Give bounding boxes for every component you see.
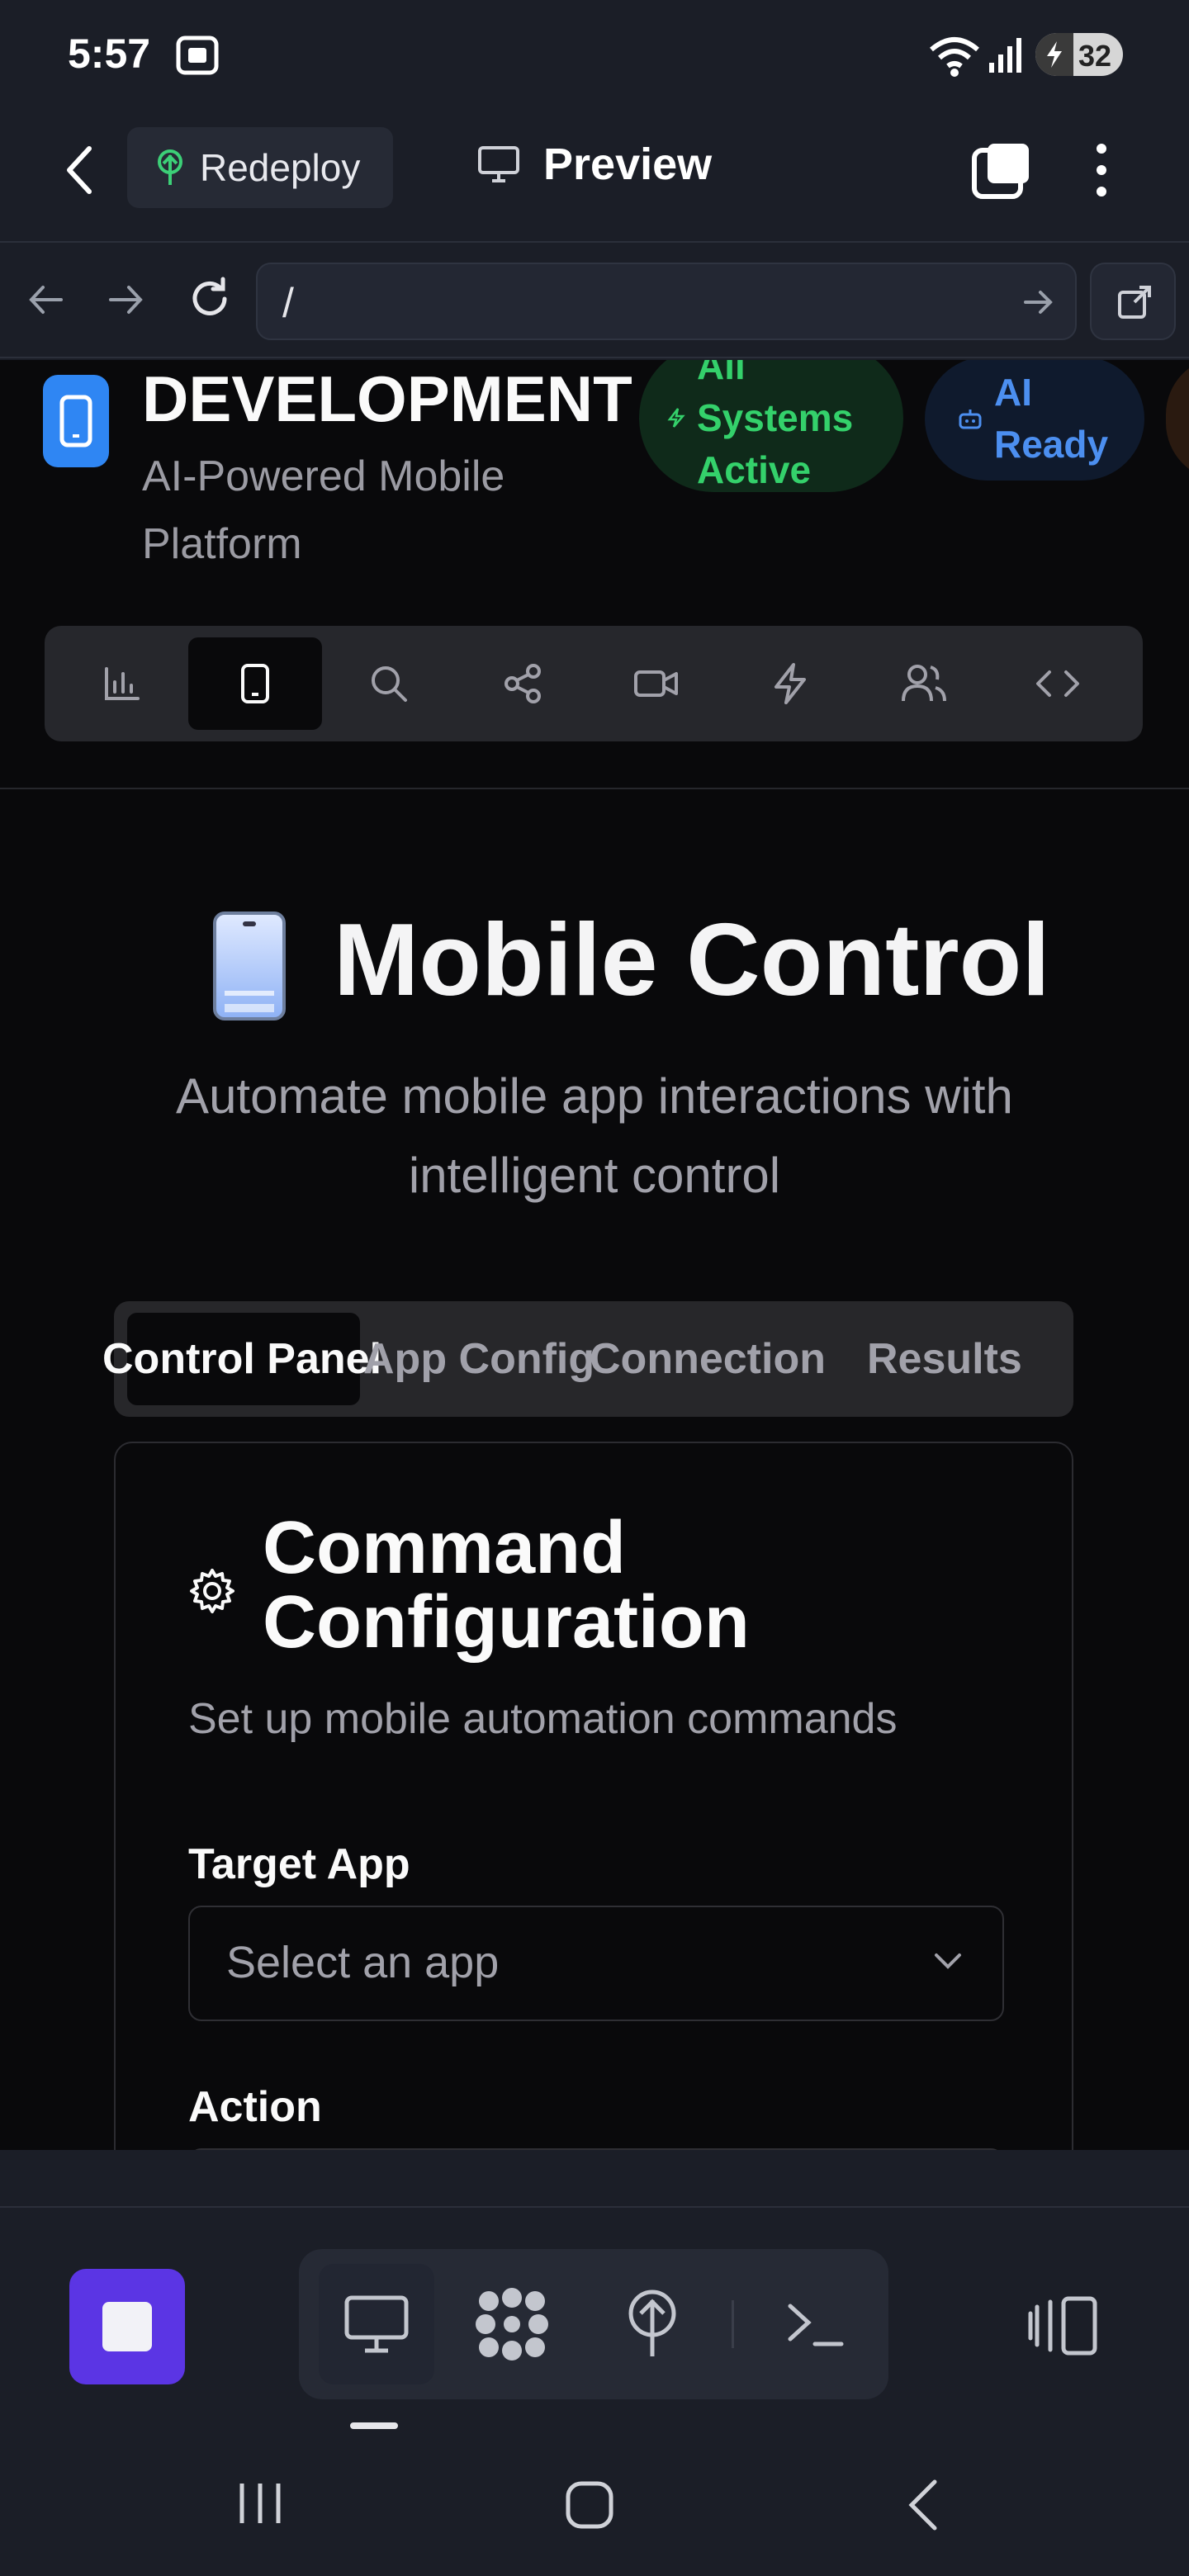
battery-icon: 32: [1035, 33, 1123, 76]
reload-icon[interactable]: [187, 276, 233, 322]
code-icon: [1035, 667, 1081, 700]
toolbar-users-button[interactable]: [857, 637, 991, 730]
wifi-icon: [928, 33, 981, 78]
toolbar-video-button[interactable]: [590, 637, 723, 730]
toolbar-code-button[interactable]: [991, 637, 1125, 730]
tab-connection[interactable]: Connection: [590, 1313, 826, 1405]
smartphone-icon: [240, 663, 270, 704]
deploy-view-button[interactable]: [594, 2264, 710, 2384]
terminal-icon: [787, 2299, 845, 2349]
smartphone-logo-icon: [43, 375, 109, 467]
battery-level: 32: [1078, 39, 1111, 73]
home-icon[interactable]: [565, 2480, 614, 2530]
action-select[interactable]: [188, 2148, 1004, 2150]
tab-control-panel[interactable]: Control Panel: [102, 1313, 381, 1405]
open-external-button[interactable]: [1090, 263, 1176, 340]
redeploy-label: Redeploy: [200, 146, 361, 189]
card-title: Command Configuration: [263, 1507, 750, 1664]
back-icon[interactable]: [64, 144, 97, 197]
ai-status-badge: AI Ready: [925, 360, 1144, 481]
toolbar-search-button[interactable]: [322, 637, 456, 730]
users-icon: [901, 663, 947, 704]
redeploy-icon: [154, 149, 187, 187]
card-subtitle: Set up mobile automation commands: [188, 1695, 898, 1743]
terminal-view-button[interactable]: [758, 2264, 874, 2384]
forward-arrow-icon[interactable]: [106, 279, 147, 320]
target-app-label: Target App: [188, 1840, 410, 1888]
signal-icon: [988, 36, 1024, 74]
bar-chart-icon: [102, 664, 141, 703]
toolbar-mobile-button[interactable]: [188, 637, 322, 730]
site-subtitle: AI-Powered Mobile Platform: [142, 452, 505, 568]
video-icon: [633, 667, 680, 700]
monitor-icon: [477, 145, 520, 183]
bottom-toolbar: [0, 2206, 1189, 2439]
toolbar-analytics-button[interactable]: [54, 637, 188, 730]
system-navigation-bar: [0, 2439, 1189, 2576]
gear-icon: [188, 1567, 236, 1615]
target-app-select[interactable]: Select an app: [188, 1906, 1004, 2021]
stop-icon: [102, 2302, 152, 2351]
deploy-icon: [624, 2289, 680, 2360]
view-switcher: [299, 2249, 888, 2399]
header-divider: [0, 788, 1189, 789]
search-icon: [368, 663, 410, 704]
tab-bar: Control Panel App Config Connection Resu…: [102, 1301, 1073, 1417]
target-app-placeholder: Select an app: [226, 1938, 500, 1987]
mobile-phone-emoji-icon: [213, 912, 286, 1020]
flower-icon: [476, 2288, 548, 2361]
hero-title: Mobile Control: [334, 903, 1050, 1017]
tab-app-config[interactable]: App Config: [363, 1313, 594, 1405]
chevron-down-icon: [933, 1952, 963, 1970]
preview-tab[interactable]: Preview: [477, 139, 712, 190]
desktop-view-button[interactable]: [319, 2264, 434, 2384]
screenshot-icon: [175, 35, 220, 76]
flower-view-button[interactable]: [454, 2264, 570, 2384]
active-view-indicator: [350, 2422, 398, 2429]
extra-status-badge: [1166, 360, 1189, 481]
url-bar: /: [0, 243, 1189, 358]
hero-subtitle: Automate mobile app interactions with in…: [176, 1068, 1013, 1203]
back-arrow-icon[interactable]: [25, 279, 66, 320]
view-switcher-divider: [732, 2300, 734, 2348]
tab-results[interactable]: Results: [867, 1313, 1022, 1405]
toolbar-automation-button[interactable]: [723, 637, 857, 730]
ai-status-text: AI Ready: [994, 371, 1109, 466]
feature-toolbar: [45, 626, 1143, 741]
toolbar-share-button[interactable]: [456, 637, 590, 730]
preview-label: Preview: [543, 140, 713, 189]
desktop-icon: [343, 2294, 410, 2354]
systems-status-text: All Systems Active: [697, 360, 854, 491]
zap-icon: [667, 407, 685, 429]
open-external-icon: [1116, 284, 1153, 320]
back-icon[interactable]: [905, 2479, 941, 2531]
status-bar: 5:57 32: [0, 0, 1189, 111]
action-label: Action: [188, 2083, 322, 2131]
url-input[interactable]: /: [256, 263, 1077, 340]
url-value: /: [282, 280, 294, 326]
command-configuration-card: Command Configuration Set up mobile auto…: [114, 1442, 1073, 2150]
more-icon[interactable]: [1092, 140, 1111, 200]
site-title: DEVELOPMENT: [142, 362, 632, 435]
bot-icon: [958, 407, 983, 430]
stop-button[interactable]: [69, 2269, 185, 2384]
share-icon: [502, 663, 543, 704]
status-time: 5:57: [68, 31, 151, 77]
zap-icon: [772, 662, 808, 705]
redeploy-button[interactable]: Redeploy: [127, 127, 393, 208]
app-header: Redeploy Preview: [0, 111, 1189, 243]
recents-icon[interactable]: [238, 2480, 282, 2526]
systems-status-badge: All Systems Active: [639, 360, 903, 492]
web-preview: DEVELOPMENT AI-Powered Mobile Platform A…: [0, 360, 1189, 2150]
tabs-icon[interactable]: [971, 140, 1032, 201]
split-view-icon[interactable]: [1027, 2295, 1098, 2356]
go-arrow-icon[interactable]: [1022, 286, 1055, 319]
